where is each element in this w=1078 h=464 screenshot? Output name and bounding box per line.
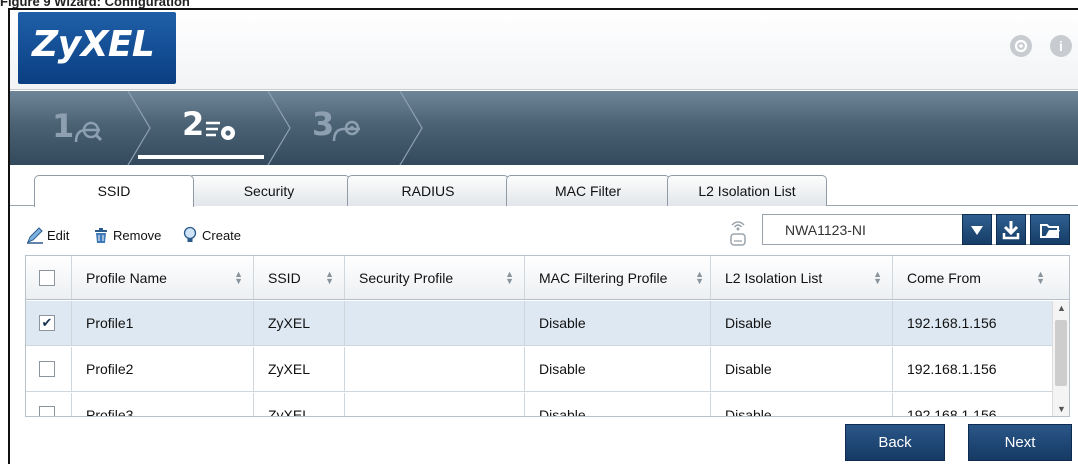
column-header-mac-filtering-profile[interactable]: MAC Filtering Profile ▲ ▼ — [525, 256, 711, 299]
sort-icon: ▲ ▼ — [873, 269, 882, 286]
tab-ssid[interactable]: SSID — [34, 175, 194, 207]
ssid-profile-table: Profile Name ▲ ▼ SSID ▲ ▼ Security Profile ▲ ▼… — [25, 255, 1070, 417]
folder-icon — [1040, 223, 1060, 238]
back-button[interactable]: Back — [845, 424, 945, 461]
cell-come-from: 192.168.1.156 — [907, 361, 997, 377]
cell-security-profile — [345, 347, 525, 391]
sort-icon: ▲ ▼ — [695, 269, 704, 286]
active-step-indicator — [138, 155, 264, 159]
remove-button[interactable]: Remove — [92, 226, 161, 244]
apply-gear-icon — [332, 120, 360, 142]
step-1-number: 1 — [52, 107, 75, 145]
access-point-icon — [730, 221, 746, 246]
zyxel-logo: ZyXEL — [18, 12, 176, 84]
cell-profile-name: Profile3 — [72, 393, 254, 416]
cell-l2-isolation-list: Disable — [711, 301, 893, 345]
cell-profile-name: Profile1 — [72, 301, 254, 345]
table-scrollbar[interactable]: ▲ ▼ — [1052, 301, 1069, 416]
sort-icon: ▲ ▼ — [1036, 269, 1045, 286]
cell-ssid: ZyXEL — [254, 393, 345, 416]
column-header-ssid[interactable]: SSID ▲ ▼ — [254, 256, 345, 299]
config-gear-icon — [206, 121, 235, 140]
cell-security-profile — [345, 301, 525, 345]
column-header-security-profile[interactable]: Security Profile ▲ ▼ — [345, 256, 525, 299]
column-label: Profile Name — [86, 269, 167, 286]
column-label: SSID — [268, 269, 301, 286]
row-select-cell — [26, 347, 72, 391]
cell-l2-isolation-list: Disable — [711, 347, 893, 391]
sort-icon: ▲ ▼ — [505, 269, 514, 286]
toolbar: Edit Remove Create NWA1123-NI — [10, 207, 1078, 255]
cell-come-from: 192.168.1.156 — [907, 315, 997, 331]
scrollbar-thumb[interactable] — [1055, 320, 1067, 386]
folder-button[interactable] — [1030, 214, 1070, 245]
scroll-up-icon[interactable]: ▲ — [1057, 303, 1066, 313]
column-label: L2 Isolation List — [725, 269, 823, 286]
wizard-step-bar: 1 2 3 — [10, 91, 1078, 165]
app-header: ZyXEL i — [10, 10, 1078, 90]
tab-mac-filter[interactable]: MAC Filter — [506, 175, 670, 206]
row-checkbox[interactable]: ✔ — [39, 315, 55, 331]
search-icon — [74, 121, 103, 143]
row-checkbox[interactable] — [39, 406, 55, 416]
column-header-profile-name[interactable]: Profile Name ▲ ▼ — [72, 256, 254, 299]
ap-select-value: NWA1123-NI — [785, 222, 866, 238]
download-button[interactable] — [996, 214, 1026, 245]
trash-icon — [95, 228, 107, 243]
sort-icon: ▲ ▼ — [325, 269, 334, 286]
select-all-checkbox[interactable] — [39, 269, 55, 286]
column-header-l2-isolation-list[interactable]: L2 Isolation List ▲ ▼ — [711, 256, 893, 299]
next-button[interactable]: Next — [968, 424, 1072, 461]
edit-label: Edit — [47, 227, 70, 243]
edit-button[interactable]: Edit — [26, 226, 69, 244]
sort-icon: ▲ ▼ — [234, 269, 243, 286]
table-row[interactable]: Profile3 ZyXEL Disable Disable 192.168.1… — [26, 393, 1069, 417]
tab-radius[interactable]: RADIUS — [347, 175, 509, 206]
dropdown-button[interactable] — [962, 214, 992, 245]
info-glyph: i — [1059, 38, 1063, 54]
cell-mac-filtering-profile: Disable — [525, 393, 711, 416]
create-button[interactable]: Create — [181, 226, 241, 244]
cell-mac-filtering-profile: Disable — [525, 347, 711, 391]
chevron-down-icon — [971, 225, 983, 235]
column-label: Come From — [907, 269, 981, 286]
pencil-icon — [27, 227, 43, 244]
logo-text: ZyXEL — [32, 24, 155, 65]
cell-profile-name: Profile2 — [72, 347, 254, 391]
app-window: ZyXEL i 1 2 3 SSID Security RADIUS MAC F… — [8, 8, 1078, 464]
lightbulb-icon — [183, 226, 197, 242]
table-row[interactable]: ✔ Profile1 ZyXEL Disable Disable 192.168… — [26, 301, 1069, 346]
cell-ssid: ZyXEL — [254, 347, 345, 391]
step-2-number: 2 — [182, 105, 205, 143]
table-header: Profile Name ▲ ▼ SSID ▲ ▼ Security Profile ▲ ▼… — [26, 256, 1069, 300]
tab-security[interactable]: Security — [188, 175, 350, 206]
select-all-cell — [26, 256, 72, 299]
column-header-come-from[interactable]: Come From ▲ ▼ — [893, 256, 1069, 299]
scroll-down-icon[interactable]: ▼ — [1057, 404, 1066, 414]
cell-security-profile — [345, 393, 525, 416]
cell-come-from: 192.168.1.156 — [907, 407, 997, 417]
cell-mac-filtering-profile: Disable — [525, 301, 711, 345]
remove-label: Remove — [113, 227, 162, 243]
gear-icon[interactable] — [1010, 35, 1032, 57]
row-select-cell — [26, 393, 72, 416]
tab-l2-isolation-list[interactable]: L2 Isolation List — [667, 175, 827, 206]
check-mark: ✔ — [41, 315, 53, 330]
figure-caption: Figure 9 Wizard: Configuration — [0, 0, 190, 9]
tab-bar: SSID Security RADIUS MAC Filter L2 Isola… — [10, 165, 1078, 207]
step-3-number: 3 — [312, 105, 335, 143]
info-icon[interactable]: i — [1050, 35, 1072, 57]
cell-l2-isolation-list: Disable — [711, 393, 893, 416]
download-icon — [1002, 220, 1020, 239]
row-select-cell: ✔ — [26, 301, 72, 345]
column-label: Security Profile — [359, 269, 454, 286]
cell-ssid: ZyXEL — [254, 301, 345, 345]
table-row[interactable]: Profile2 ZyXEL Disable Disable 192.168.1… — [26, 347, 1069, 392]
column-label: MAC Filtering Profile — [539, 269, 668, 286]
row-checkbox[interactable] — [39, 361, 55, 377]
create-label: Create — [202, 227, 242, 243]
